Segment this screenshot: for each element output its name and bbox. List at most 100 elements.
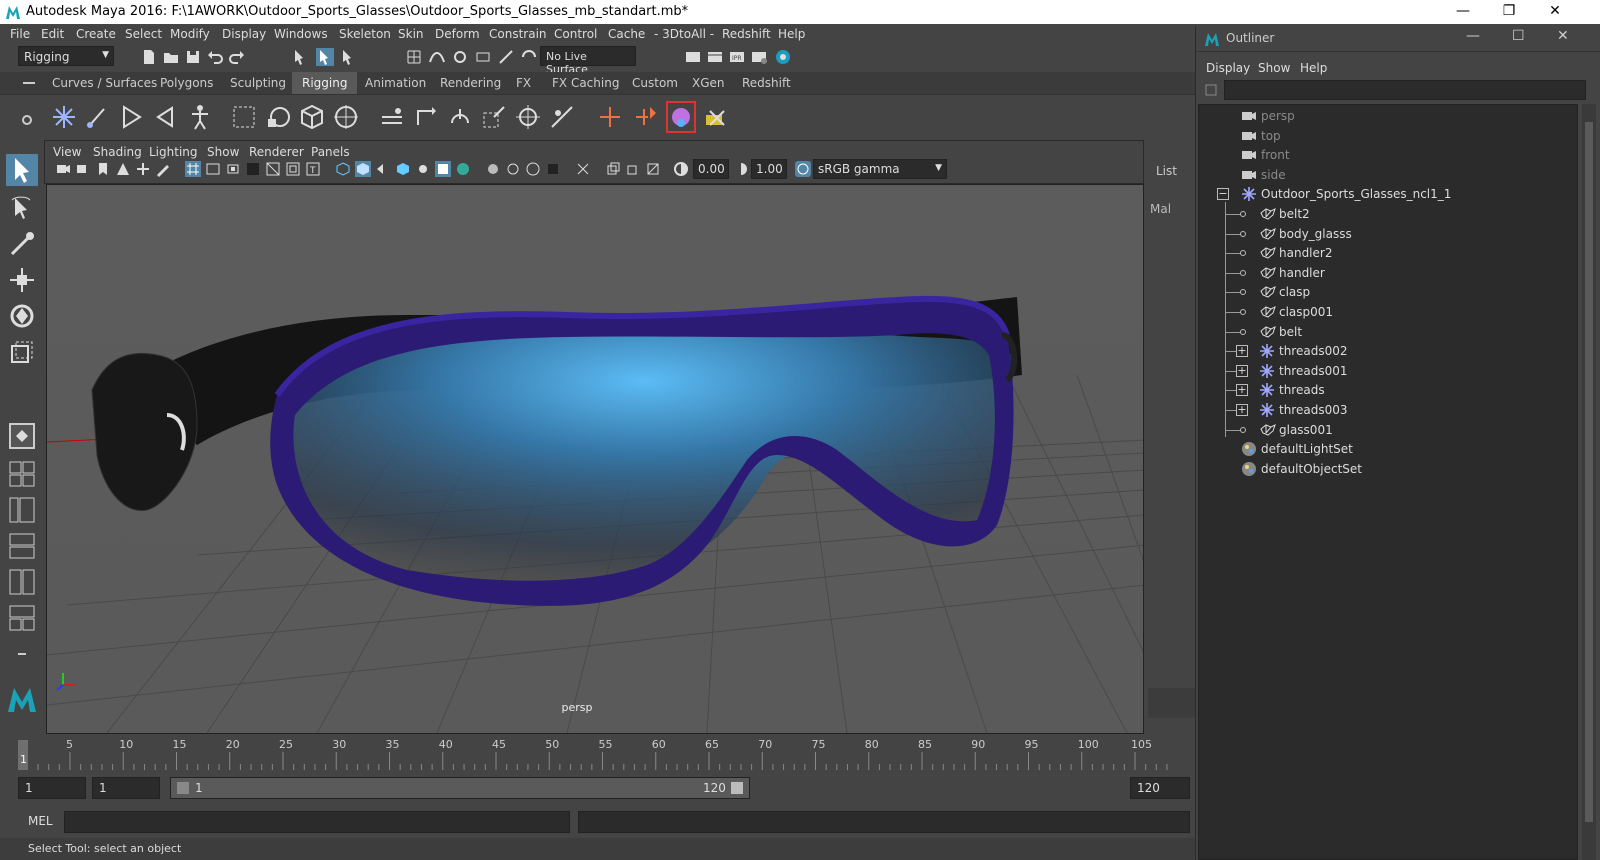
camera-lock-icon[interactable]	[75, 161, 91, 177]
shelf-tab-rendering[interactable]: Rendering	[430, 72, 511, 94]
save-scene-icon[interactable]	[184, 48, 202, 66]
snap-live-icon[interactable]	[497, 48, 515, 66]
menu-redshift[interactable]: Redshift	[722, 27, 771, 41]
single-perspective-layout-icon[interactable]	[6, 420, 38, 452]
locator-icon[interactable]	[596, 103, 624, 131]
render-view-icon[interactable]	[684, 48, 702, 66]
menu-help[interactable]: Help	[778, 27, 805, 41]
shelf-tab-polygons[interactable]: Polygons	[150, 72, 223, 94]
expand-icon[interactable]: +	[1236, 345, 1248, 358]
render-current-frame-icon[interactable]	[706, 48, 724, 66]
exposure-icon[interactable]	[673, 161, 689, 177]
expand-icon[interactable]: +	[1236, 364, 1248, 377]
shelf-menu-icon[interactable]	[20, 74, 38, 92]
minimize-button[interactable]: —	[1440, 0, 1486, 24]
panel-menu-show[interactable]: Show	[207, 145, 239, 159]
outliner-item[interactable]: − Outdoor_Sports_Glasses_ncl1_1	[1199, 184, 1577, 204]
menu-deform[interactable]: Deform	[435, 27, 480, 41]
menu-constrain[interactable]: Constrain	[489, 27, 547, 41]
outliner-maximize-button[interactable]: ☐	[1512, 28, 1525, 44]
cluster-icon[interactable]	[332, 103, 360, 131]
snap-grid-icon[interactable]	[405, 48, 423, 66]
wireframe-icon[interactable]	[335, 161, 351, 177]
paint-weights-icon[interactable]	[666, 101, 696, 133]
insert-joint-icon[interactable]	[152, 103, 180, 131]
gear-icon[interactable]	[20, 113, 34, 127]
pole-vector-icon[interactable]	[548, 103, 576, 131]
lasso-tool-icon[interactable]	[6, 192, 38, 224]
outliner-item[interactable]: belt2	[1199, 204, 1577, 224]
collapse-icon[interactable]: −	[1217, 188, 1229, 201]
four-view-layout-icon[interactable]	[6, 458, 38, 490]
ik-handle-icon[interactable]	[84, 103, 112, 131]
range-bar[interactable]: 1 120	[170, 777, 750, 799]
hypershade-layout-icon[interactable]	[6, 566, 38, 598]
smooth-shade-icon[interactable]	[355, 161, 371, 177]
bind-skin-icon[interactable]	[264, 103, 292, 131]
end-time-field[interactable]: 120	[1130, 777, 1190, 799]
close-button[interactable]: ✕	[1532, 0, 1578, 24]
grease-pencil-icon[interactable]	[155, 161, 171, 177]
panel-menu-shading[interactable]: Shading	[93, 145, 142, 159]
gamma-field[interactable]: 1.00	[751, 159, 787, 179]
parent-constraint-icon[interactable]	[514, 103, 542, 131]
paint-select-icon[interactable]	[6, 228, 38, 260]
panel-menu-lighting[interactable]: Lighting	[149, 145, 198, 159]
exposure-field[interactable]: 0.00	[693, 159, 729, 179]
gate-mask-icon[interactable]	[245, 161, 261, 177]
render-settings-icon[interactable]	[750, 48, 768, 66]
expand-icon[interactable]: +	[1236, 384, 1248, 397]
ipr-render-icon[interactable]: IPR	[728, 48, 746, 66]
undo-icon[interactable]	[206, 48, 224, 66]
aim-constraint-icon[interactable]	[412, 103, 440, 131]
ambient-occlusion-icon[interactable]	[455, 161, 471, 177]
live-surface-field[interactable]: No Live Surface	[540, 46, 636, 76]
anti-aliasing-icon[interactable]	[505, 161, 521, 177]
select-tool-icon[interactable]	[6, 154, 38, 186]
range-end-handle[interactable]	[731, 782, 743, 794]
humanik-icon[interactable]	[186, 103, 214, 131]
menu-3dtoall[interactable]: - 3DtoAll -	[654, 27, 714, 41]
snap-point-icon[interactable]	[451, 48, 469, 66]
scale-tool-icon[interactable]	[6, 336, 38, 368]
outliner-menu-show[interactable]: Show	[1258, 61, 1290, 75]
xray-icon[interactable]	[575, 161, 591, 177]
bookmark-icon[interactable]	[95, 161, 111, 177]
persp-graph-layout-icon[interactable]	[6, 530, 38, 562]
shelf-tab-custom[interactable]: Custom	[622, 72, 688, 94]
depth-of-field-icon[interactable]	[525, 161, 541, 177]
joint-tool-icon[interactable]	[50, 103, 78, 131]
shelf-tab-xgen[interactable]: XGen	[682, 72, 735, 94]
command-input[interactable]	[64, 811, 570, 833]
gamma-icon[interactable]	[733, 161, 749, 177]
shelf-tab-animation[interactable]: Animation	[355, 72, 436, 94]
maya-home-icon[interactable]	[6, 684, 38, 716]
command-language-label[interactable]: MEL	[28, 814, 53, 828]
shelf-tab-sculpting[interactable]: Sculpting	[220, 72, 296, 94]
outliner-item[interactable]: defaultObjectSet	[1199, 459, 1577, 479]
menu-set-dropdown[interactable]: Rigging ▼	[18, 46, 114, 66]
use-all-lights-icon[interactable]	[415, 161, 431, 177]
outliner-item[interactable]: front	[1199, 145, 1577, 165]
select-component-icon[interactable]	[340, 48, 358, 66]
outliner-minimize-button[interactable]: —	[1466, 28, 1480, 44]
shelf-tab-rigging[interactable]: Rigging	[292, 72, 358, 94]
channel-box-list-menu[interactable]: List	[1156, 164, 1177, 178]
panel-menu-panels[interactable]: Panels	[311, 145, 350, 159]
outliner-item[interactable]: top	[1199, 126, 1577, 146]
ik-spline-icon[interactable]	[118, 103, 146, 131]
film-gate-icon[interactable]	[205, 161, 221, 177]
orient-constraint-icon[interactable]	[446, 103, 474, 131]
set-driven-key-icon[interactable]	[632, 103, 660, 131]
expand-icon[interactable]: +	[1236, 404, 1248, 416]
scale-constraint-icon[interactable]	[480, 103, 508, 131]
lattice-icon[interactable]	[298, 103, 326, 131]
twod-pan-zoom-icon[interactable]	[135, 161, 151, 177]
snap-curve-icon[interactable]	[428, 48, 446, 66]
safe-action-icon[interactable]	[285, 161, 301, 177]
start-time-field[interactable]: 1	[18, 777, 86, 799]
playback-start-field[interactable]: 1	[92, 777, 160, 799]
shelf-tab-curves-surfaces[interactable]: Curves / Surfaces	[42, 72, 167, 94]
outliner-item[interactable]: + threads003	[1199, 400, 1577, 420]
collapse-toolbox-icon[interactable]	[6, 638, 38, 670]
